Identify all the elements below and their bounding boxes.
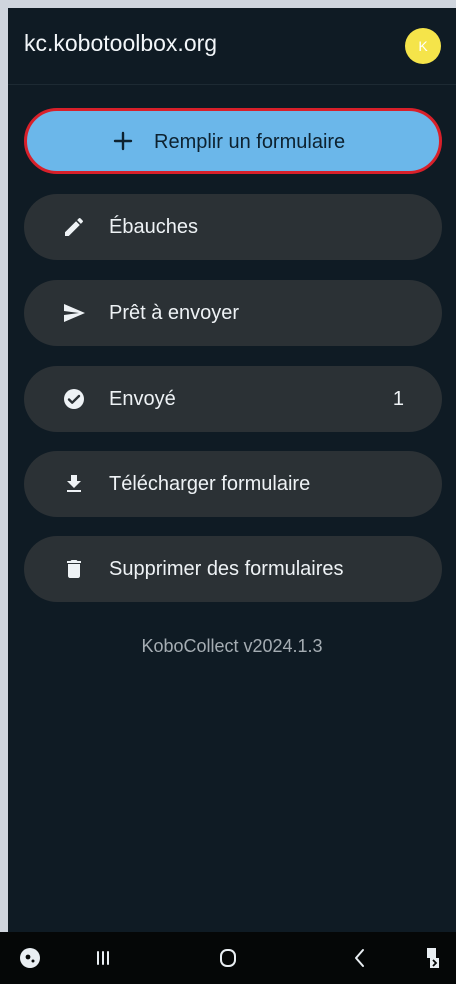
app-title: kc.kobotoolbox.org xyxy=(24,30,218,56)
fill-form-label: Remplir un formulaire xyxy=(154,131,346,153)
device-frame: kc.kobotoolbox.org K Remplir un formulai… xyxy=(0,0,456,984)
recent-apps-icon[interactable] xyxy=(91,946,115,970)
drafts-button[interactable]: Ébauches xyxy=(24,194,442,260)
sent-button[interactable]: Envoyé 1 xyxy=(24,366,442,432)
fill-form-button[interactable]: Remplir un formulaire xyxy=(24,108,442,174)
accessibility-shortcut-icon[interactable] xyxy=(421,946,445,970)
game-launcher-icon[interactable] xyxy=(18,946,42,970)
drafts-label: Ébauches xyxy=(109,216,198,238)
delete-forms-button[interactable]: Supprimer des formulaires xyxy=(24,536,442,602)
back-icon[interactable] xyxy=(348,946,372,970)
account-avatar[interactable]: K xyxy=(405,28,441,64)
sent-label: Envoyé xyxy=(109,388,176,410)
app-version: KoboCollect v2024.1.3 xyxy=(141,636,323,656)
plus-icon xyxy=(113,131,133,151)
download-form-button[interactable]: Télécharger formulaire xyxy=(24,451,442,517)
app-screen: kc.kobotoolbox.org K Remplir un formulai… xyxy=(8,8,456,984)
check-circle-icon xyxy=(64,389,84,409)
sent-count: 1 xyxy=(392,388,404,410)
send-icon xyxy=(64,304,85,322)
ready-to-send-button[interactable]: Prêt à envoyer xyxy=(24,280,442,346)
delete-forms-label: Supprimer des formulaires xyxy=(109,558,344,580)
system-navigation-bar xyxy=(0,932,456,984)
ready-to-send-label: Prêt à envoyer xyxy=(109,302,240,324)
home-icon[interactable] xyxy=(216,946,240,970)
top-app-bar: kc.kobotoolbox.org K xyxy=(8,8,456,85)
download-form-label: Télécharger formulaire xyxy=(109,473,311,495)
pencil-icon xyxy=(65,217,83,236)
trash-icon xyxy=(67,560,81,578)
download-icon xyxy=(67,475,81,492)
